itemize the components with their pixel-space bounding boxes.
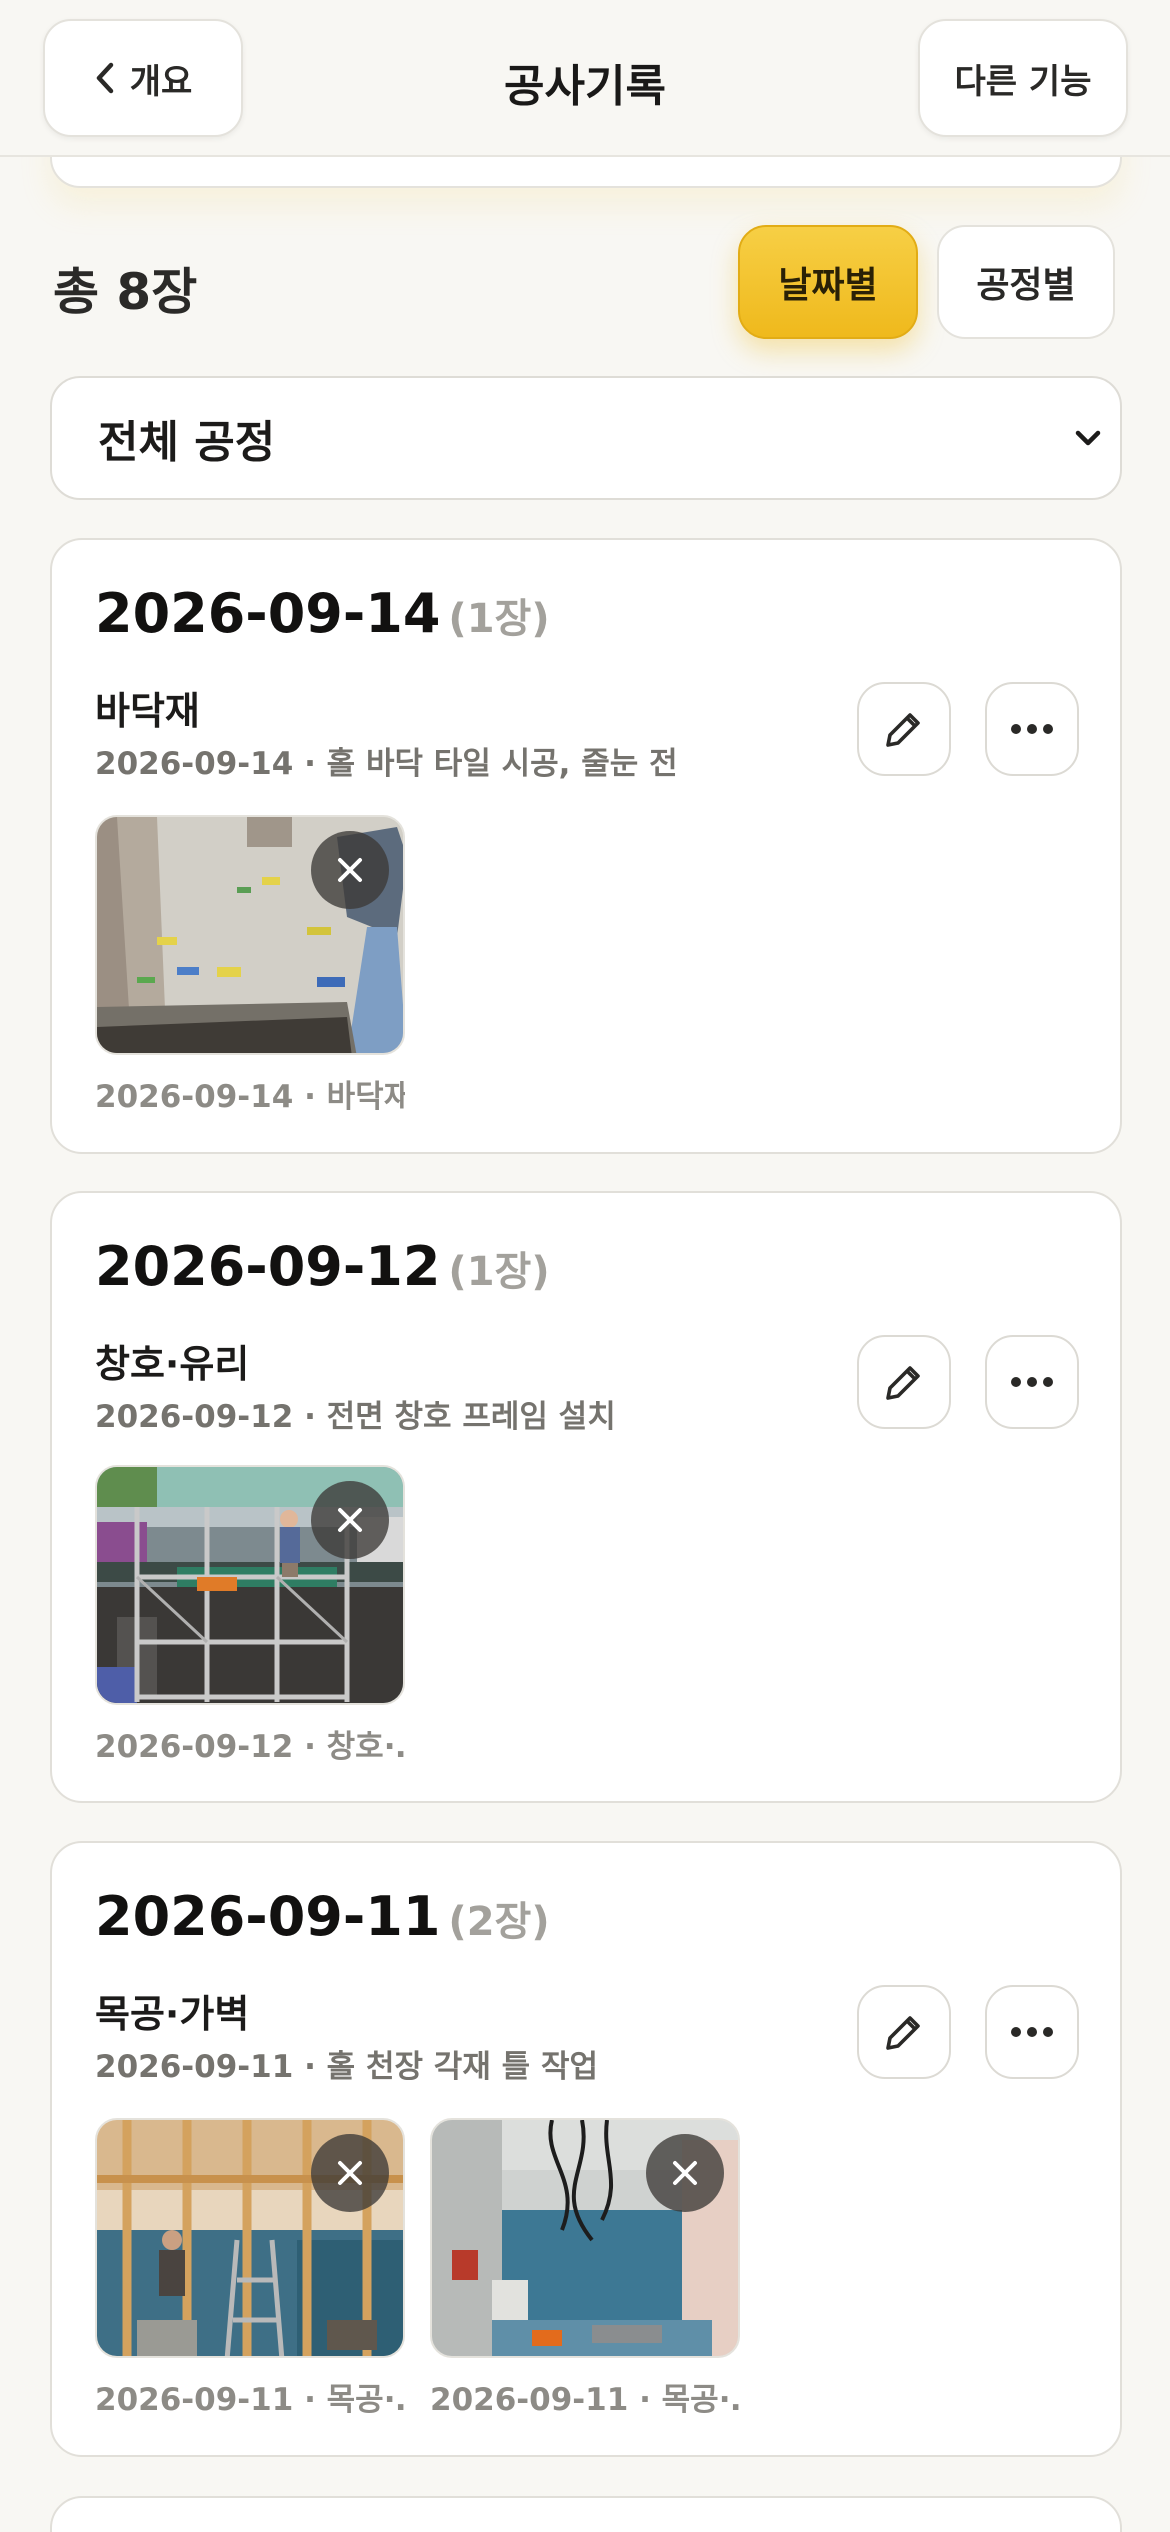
view-by-date-label: 날짜별 [778,265,878,306]
group-photo-count: (1장) [448,1249,550,1295]
group-date-text: 2026-09-11 [95,1885,441,1948]
more-horizontal-icon [1011,2027,1053,2037]
date-group-card: 2026-09-11 (2장) 목공·가벽 2026-09-11 · 홀 천장 각… [50,1841,1122,2457]
date-group-card: 2026-09-12 (1장) 창호·유리 2026-09-12 · 전면 창호 … [50,1191,1122,1803]
edit-button[interactable] [857,1985,951,2079]
top-bar: 개요 공사기록 다른 기능 [0,0,1170,157]
process-description: 2026-09-14 · 홀 바닥 타일 시공, 줄눈 전 [95,746,678,782]
group-date-text: 2026-09-12 [95,1235,441,1298]
pencil-icon [886,1366,920,1400]
photo-thumbnail[interactable] [95,815,405,1055]
pencil-icon [886,2016,920,2050]
photo-caption: 2026-09-14 · 바닥재 [95,1079,405,1115]
group-date-text: 2026-09-14 [95,582,441,645]
process-filter-value: 전체 공정 [98,417,276,468]
close-icon [338,2161,362,2185]
next-date-group-card-edge [50,2496,1122,2532]
more-features-label: 다른 기능 [954,61,1092,102]
group-photo-count: (1장) [448,596,550,642]
group-date: 2026-09-11 (2장) [95,1885,550,1948]
edit-button[interactable] [857,682,951,776]
more-horizontal-icon [1011,1377,1053,1387]
photo-caption: 2026-09-11 · 목공·… [430,2382,740,2418]
chevron-down-icon [1075,430,1101,446]
view-by-process-toggle[interactable]: 공정별 [937,225,1115,339]
photo-thumbnail[interactable] [95,2118,405,2358]
photo-thumbnail[interactable] [430,2118,740,2358]
close-icon [338,1508,362,1532]
delete-photo-button[interactable] [311,1481,389,1559]
more-horizontal-icon [1011,724,1053,734]
more-options-button[interactable] [985,682,1079,776]
process-name: 목공·가벽 [95,1992,250,2036]
process-description: 2026-09-11 · 홀 천장 각재 틀 작업 [95,2049,598,2085]
more-options-button[interactable] [985,1985,1079,2079]
photo-caption: 2026-09-12 · 창호·… [95,1729,405,1765]
group-date: 2026-09-14 (1장) [95,582,550,645]
edit-button[interactable] [857,1335,951,1429]
process-name: 바닥재 [95,689,200,733]
view-by-date-toggle[interactable]: 날짜별 [738,225,918,339]
photo-count: 총 8장 [53,263,198,321]
photo-caption: 2026-09-11 · 목공·… [95,2382,405,2418]
group-date: 2026-09-12 (1장) [95,1235,550,1298]
more-options-button[interactable] [985,1335,1079,1429]
more-features-button[interactable]: 다른 기능 [918,19,1128,137]
delete-photo-button[interactable] [646,2134,724,2212]
process-name: 창호·유리 [95,1342,250,1386]
construction-log-page: 개요 공사기록 다른 기능 총 8장 날짜별 공정별 전체 공정 2026-09… [0,0,1170,2532]
process-description: 2026-09-12 · 전면 창호 프레임 설치 [95,1399,616,1435]
group-photo-count: (2장) [448,1899,550,1945]
date-group-card: 2026-09-14 (1장) 바닥재 2026-09-14 · 홀 바닥 타일 … [50,538,1122,1154]
process-filter-select[interactable]: 전체 공정 [50,376,1122,500]
photo-thumbnail[interactable] [95,1465,405,1705]
delete-photo-button[interactable] [311,2134,389,2212]
close-icon [338,858,362,882]
pencil-icon [886,713,920,747]
view-by-process-label: 공정별 [976,265,1076,306]
close-icon [673,2161,697,2185]
delete-photo-button[interactable] [311,831,389,909]
